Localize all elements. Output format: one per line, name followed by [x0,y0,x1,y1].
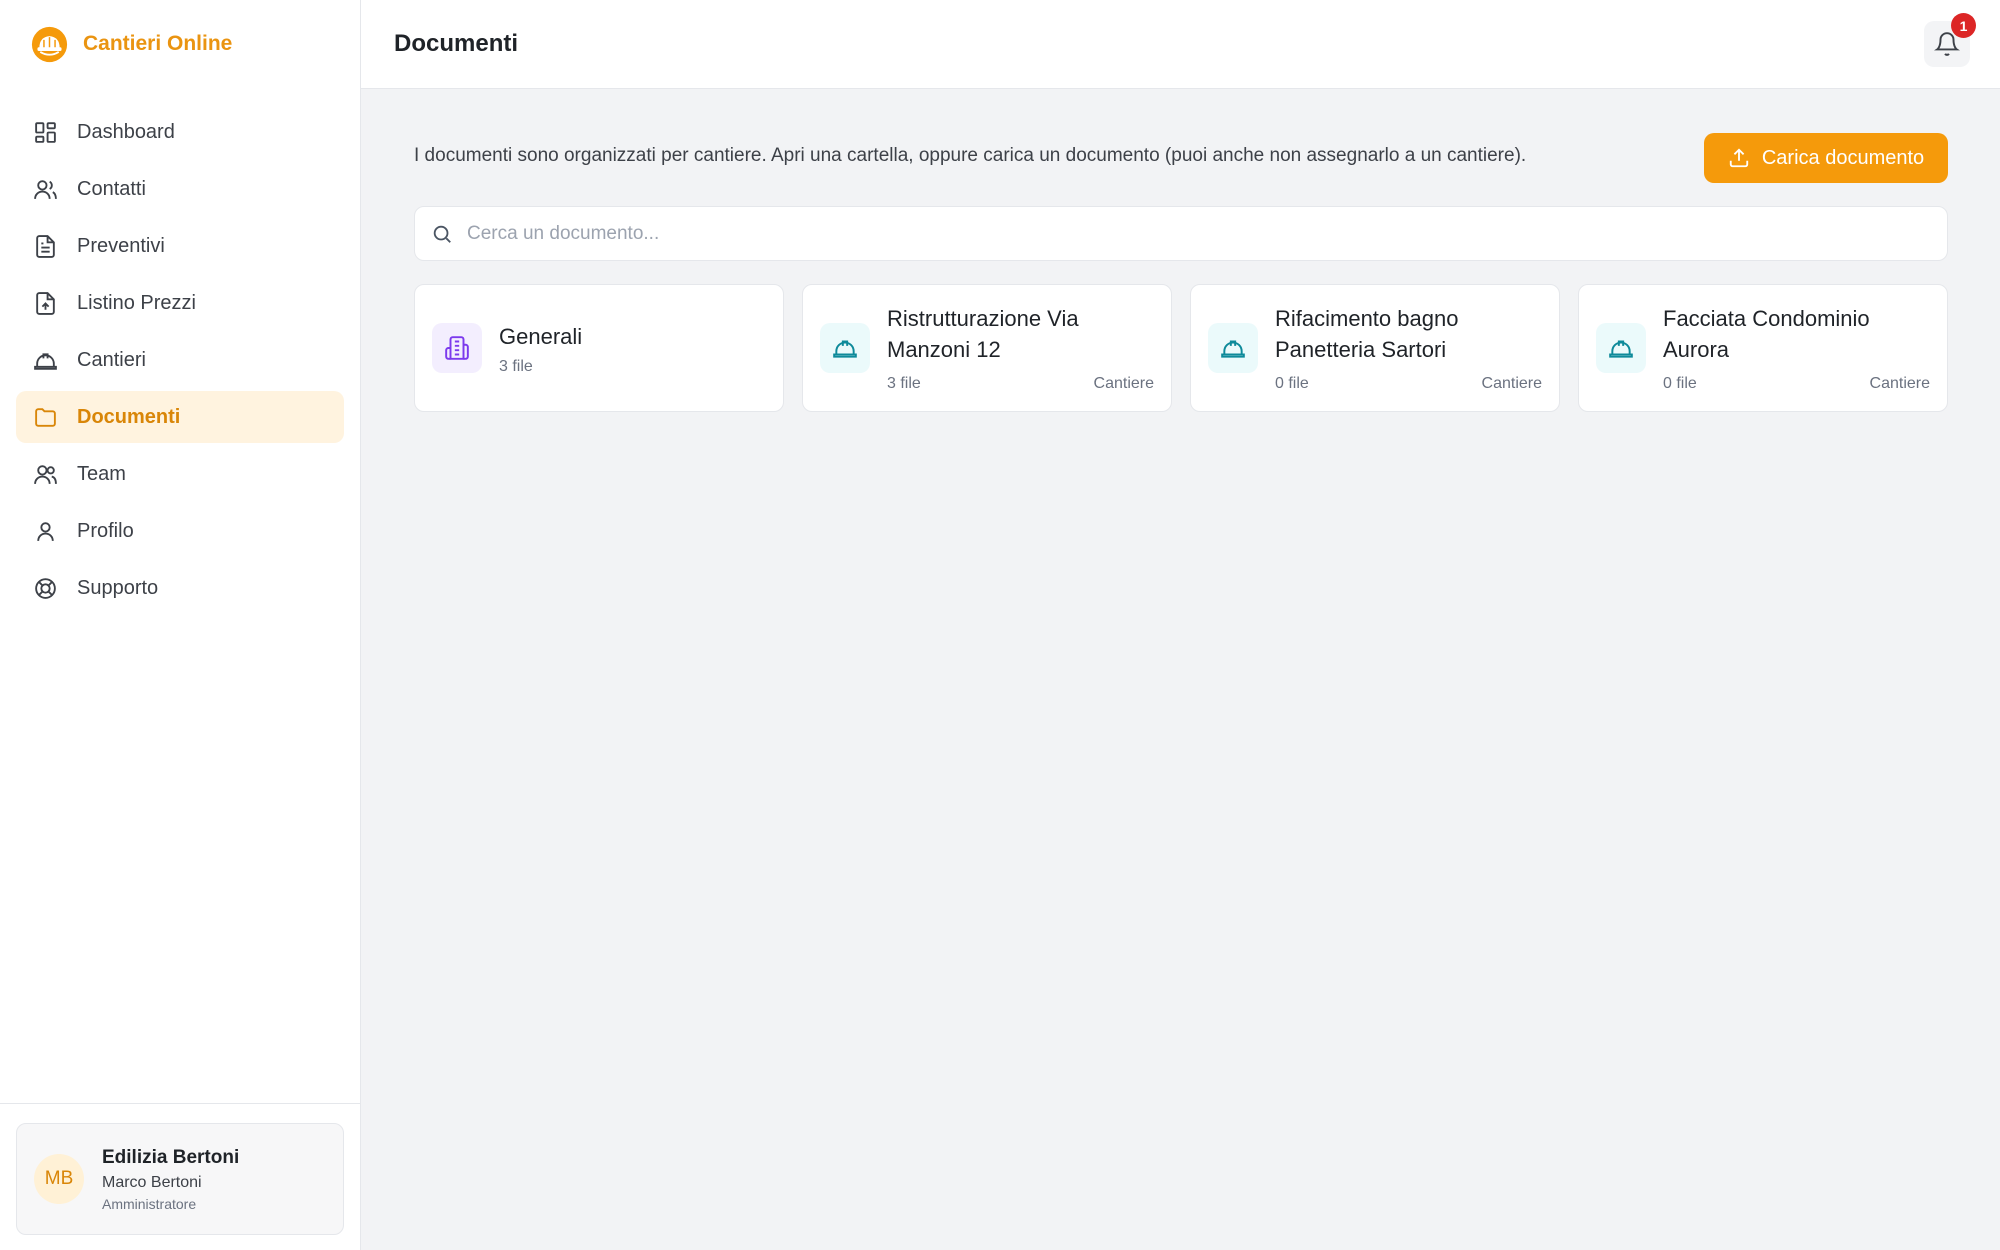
sidebar-item-preventivi[interactable]: Preventivi [16,220,344,272]
search-box [414,206,1948,261]
documents-content: I documenti sono organizzati per cantier… [361,89,2000,412]
intro-row: I documenti sono organizzati per cantier… [414,133,1948,183]
sidebar-item-documenti[interactable]: Documenti [16,391,344,443]
page-title: Documenti [394,30,519,57]
folder-icon [33,405,58,430]
hard-hat-icon [1208,323,1258,373]
search-input[interactable] [467,222,1947,245]
hard-hat-icon [820,323,870,373]
folder-body: Facciata Condominio Aurora 0 file Cantie… [1663,303,1930,393]
lifebuoy-icon [33,576,58,601]
dashboard-icon [33,120,58,145]
hard-hat-logo-icon [31,26,68,63]
folder-meta: 0 file Cantiere [1275,375,1542,393]
folder-name: Facciata Condominio Aurora [1663,306,1870,362]
folder-name: Generali [499,323,583,349]
folder-body: Ristrutturazione Via Manzoni 12 3 file C… [887,303,1154,393]
folder-meta: 3 file Cantiere [887,375,1154,393]
users-icon [33,177,58,202]
main-area: Documenti 1 I documenti sono organizzati… [361,0,2000,1250]
sidebar-item-label: Profilo [77,519,134,542]
sidebar-item-label: Preventivi [77,234,165,257]
folder-body: Rifacimento bagno Panetteria Sartori 0 f… [1275,303,1542,393]
sidebar-item-label: Cantieri [77,348,146,371]
user-role: Amministratore [102,1195,197,1212]
upload-document-button[interactable]: Carica documento [1704,133,1948,183]
folder-file-count: 3 file [499,357,533,375]
user-name: Marco Bertoni [102,1173,202,1191]
sidebar-item-supporto[interactable]: Supporto [16,562,344,614]
user-card[interactable]: MB Edilizia Bertoni Marco Bertoni Ammini… [16,1123,344,1235]
upload-icon [1728,147,1762,169]
sidebar-item-label: Team [77,462,126,485]
folder-type: Cantiere [1093,375,1154,392]
user-info: Edilizia Bertoni Marco Bertoni Amministr… [102,1147,239,1212]
folder-name: Ristrutturazione Via Manzoni 12 [887,306,1079,362]
folder-name: Rifacimento bagno Panetteria Sartori [1275,306,1459,362]
sidebar-item-label: Contatti [77,177,146,200]
building-icon [432,323,482,373]
user-icon [33,519,58,544]
folder-card-generali[interactable]: Generali 3 file [414,284,784,412]
sidebar-item-listino-prezzi[interactable]: Listino Prezzi [16,277,344,329]
folder-type: Cantiere [1869,375,1930,392]
sidebar-item-cantieri[interactable]: Cantieri [16,334,344,386]
folder-card-ristrutturazione-via-manzoni[interactable]: Ristrutturazione Via Manzoni 12 3 file C… [802,284,1172,412]
avatar: MB [34,1154,84,1204]
notification-badge: 1 [1951,13,1976,38]
sidebar-item-profilo[interactable]: Profilo [16,505,344,557]
sidebar-footer: MB Edilizia Bertoni Marco Bertoni Ammini… [0,1103,360,1250]
sidebar-item-label: Dashboard [77,120,175,143]
search-icon [431,223,467,245]
file-upload-icon [33,291,58,316]
folder-grid: Generali 3 file Ristrutturazione Via Man… [414,284,1948,412]
folder-file-count: 3 file [887,375,921,392]
file-text-icon [33,234,58,259]
intro-text: I documenti sono organizzati per cantier… [414,145,1527,166]
folder-card-rifacimento-bagno[interactable]: Rifacimento bagno Panetteria Sartori 0 f… [1190,284,1560,412]
topbar: Documenti 1 [361,0,2000,89]
folder-meta: 3 file [499,358,766,376]
sidebar-item-label: Listino Prezzi [77,291,196,314]
sidebar-item-contatti[interactable]: Contatti [16,163,344,215]
sidebar-item-label: Documenti [77,405,181,428]
folder-body: Generali 3 file [499,321,766,376]
notifications-button[interactable]: 1 [1924,13,1976,67]
folder-file-count: 0 file [1663,375,1697,392]
sidebar-nav: Dashboard Contatti Preventivi Listino Pr… [0,88,360,614]
app-name: Cantieri Online [83,32,233,55]
hard-hat-icon [33,348,58,373]
sidebar-item-dashboard[interactable]: Dashboard [16,106,344,158]
team-icon [33,462,58,487]
upload-button-label: Carica documento [1761,146,1925,169]
folder-file-count: 0 file [1275,375,1309,392]
sidebar: Cantieri Online Dashboard Contatti Preve… [0,0,361,1250]
folder-type: Cantiere [1481,375,1542,392]
folder-meta: 0 file Cantiere [1663,375,1930,393]
hard-hat-icon [1596,323,1646,373]
sidebar-item-label: Supporto [77,576,159,599]
brand[interactable]: Cantieri Online [0,0,360,88]
sidebar-item-team[interactable]: Team [16,448,344,500]
user-company: Edilizia Bertoni [102,1146,240,1168]
folder-card-facciata-condominio[interactable]: Facciata Condominio Aurora 0 file Cantie… [1578,284,1948,412]
